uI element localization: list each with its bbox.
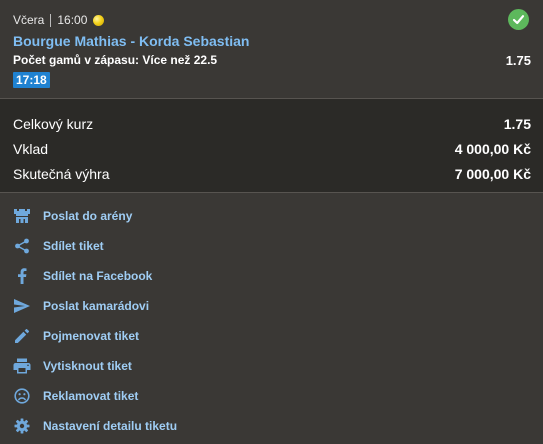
total-odds-value: 1.75 (503, 116, 531, 132)
selection-odds: 1.75 (505, 53, 531, 68)
market-label: Počet gamů v zápasu: Více než 22.5 (13, 53, 218, 67)
send-icon (12, 296, 32, 316)
share-facebook-button[interactable]: Sdílet na Facebook (0, 261, 543, 291)
gear-icon (12, 416, 32, 436)
market-row: Počet gamů v zápasu: Více než 22.5 1.75 (13, 53, 531, 69)
match-title-link[interactable]: Bourgue Mathias - Korda Sebastian (13, 33, 249, 49)
payout-value: 7 000,00 Kč (454, 166, 531, 182)
action-label: Poslat kamarádovi (43, 299, 150, 313)
bet-meta: Včera 16:00 (13, 12, 105, 28)
bet-day: Včera (13, 13, 45, 27)
bet-selection: Včera 16:00 Bourgue Mathias - Korda Seba… (0, 0, 543, 98)
facebook-icon (12, 266, 32, 286)
bet-time: 16:00 (57, 13, 88, 27)
action-label: Vytisknout tiket (43, 359, 132, 373)
action-label: Pojmenovat tiket (43, 329, 140, 343)
payout-row: Skutečná výhra 7 000,00 Kč (13, 166, 531, 184)
score-badge: 17:18 (13, 72, 50, 88)
ticket-summary: Celkový kurz 1.75 Vklad 4 000,00 Kč Skut… (0, 99, 543, 192)
send-to-friend-button[interactable]: Poslat kamarádovi (0, 291, 543, 321)
meta-divider (50, 13, 52, 27)
stake-row: Vklad 4 000,00 Kč (13, 141, 531, 159)
total-odds-row: Celkový kurz 1.75 (13, 116, 531, 134)
total-odds-label: Celkový kurz (13, 116, 94, 132)
action-label: Poslat do arény (43, 209, 133, 223)
ticket-actions: Poslat do arény Sdílet tiket Sdílet na F… (0, 193, 543, 444)
ticket-detail-settings-button[interactable]: Nastavení detailu tiketu (0, 411, 543, 441)
share-icon (12, 236, 32, 256)
send-to-arena-button[interactable]: Poslat do arény (0, 201, 543, 231)
action-label: Nastavení detailu tiketu (43, 419, 178, 433)
complaint-ticket-button[interactable]: Reklamovat tiket (0, 381, 543, 411)
arena-icon (12, 206, 32, 226)
action-label: Sdílet tiket (43, 239, 104, 253)
printer-icon (12, 356, 32, 376)
pencil-icon (12, 326, 32, 346)
payout-label: Skutečná výhra (13, 166, 110, 182)
share-ticket-button[interactable]: Sdílet tiket (0, 231, 543, 261)
action-label: Reklamovat tiket (43, 389, 139, 403)
action-label: Sdílet na Facebook (43, 269, 153, 283)
rename-ticket-button[interactable]: Pojmenovat tiket (0, 321, 543, 351)
stake-label: Vklad (13, 141, 49, 157)
tennis-ball-icon (93, 14, 105, 26)
print-ticket-button[interactable]: Vytisknout tiket (0, 351, 543, 381)
stake-value: 4 000,00 Kč (454, 141, 531, 157)
check-circle-icon (508, 9, 529, 30)
sad-face-icon (12, 386, 32, 406)
